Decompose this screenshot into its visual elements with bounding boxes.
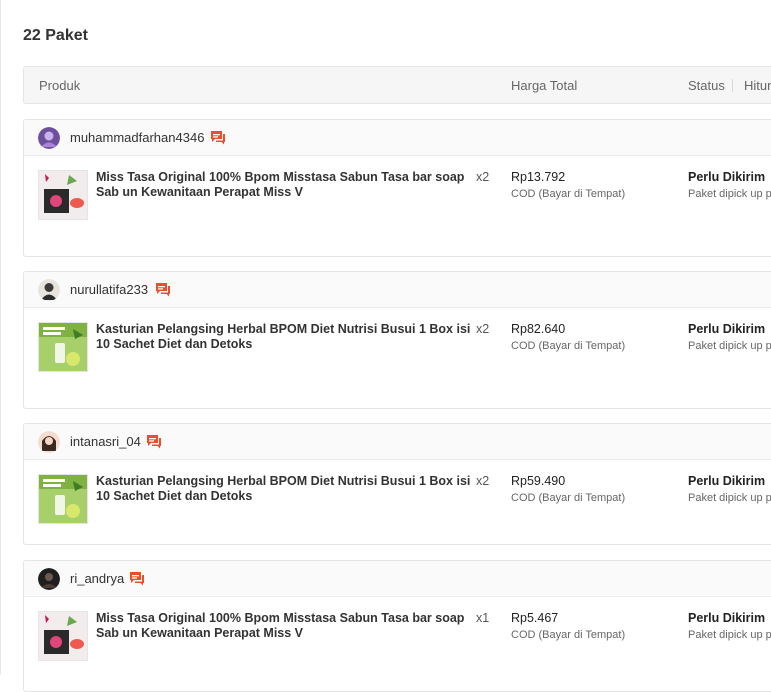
column-header-total-price: Harga Total <box>511 78 578 93</box>
product-name[interactable]: Kasturian Pelangsing Herbal BPOM Diet Nu… <box>96 474 474 504</box>
avatar[interactable] <box>38 279 60 301</box>
column-header-product: Produk <box>39 78 81 93</box>
product-name[interactable]: Miss Tasa Original 100% Bpom Misstasa Sa… <box>96 170 474 200</box>
buyer-username[interactable]: ri_andrya <box>70 571 124 586</box>
product-thumbnail[interactable] <box>38 322 88 372</box>
column-header-countdown: Hitun <box>744 78 771 93</box>
order-total-price: Rp5.467 <box>511 611 559 625</box>
product-quantity: x1 <box>476 611 490 625</box>
product-quantity: x2 <box>476 170 490 184</box>
order-status: Perlu Dikirim <box>688 170 766 184</box>
payment-method: COD (Bayar di Tempat) <box>511 340 626 352</box>
product-quantity: x2 <box>476 322 490 336</box>
order-status-detail: Paket dipick up pa <box>688 492 771 504</box>
chat-icon[interactable] <box>155 282 171 297</box>
chat-icon[interactable] <box>210 130 226 145</box>
order-card-header: muhammadfarhan4346 <box>24 120 771 156</box>
order-card: muhammadfarhan4346 Miss Tasa Original 10… <box>23 119 771 257</box>
buyer-username[interactable]: nurullatifa233 <box>70 282 148 297</box>
page-title: 22 Paket <box>23 27 88 44</box>
product-thumbnail[interactable] <box>38 170 88 220</box>
payment-method: COD (Bayar di Tempat) <box>511 629 626 641</box>
order-card-header: intanasri_04 <box>24 424 771 460</box>
chat-icon[interactable] <box>129 571 145 586</box>
payment-method: COD (Bayar di Tempat) <box>511 492 626 504</box>
order-total-price: Rp59.490 <box>511 474 566 488</box>
product-quantity: x2 <box>476 474 490 488</box>
order-card-header: nurullatifa233 <box>24 272 771 308</box>
product-thumbnail[interactable] <box>38 474 88 524</box>
order-status-detail: Paket dipick up pa <box>688 340 771 352</box>
avatar[interactable] <box>38 127 60 149</box>
order-total-price: Rp82.640 <box>511 322 566 336</box>
payment-method: COD (Bayar di Tempat) <box>511 188 626 200</box>
product-name[interactable]: Kasturian Pelangsing Herbal BPOM Diet Nu… <box>96 322 474 352</box>
table-header: Produk Harga Total Status Hitun <box>23 66 771 104</box>
order-status-detail: Paket dipick up pa <box>688 188 771 200</box>
left-border <box>0 0 1 675</box>
column-divider <box>732 79 733 92</box>
order-status: Perlu Dikirim <box>688 322 766 336</box>
order-card: ri_andrya Miss Tasa Original 100% Bpom M… <box>23 560 771 692</box>
chat-icon[interactable] <box>146 434 162 449</box>
order-status: Perlu Dikirim <box>688 611 766 625</box>
order-card: nurullatifa233 Kasturian Pelangsing Herb… <box>23 271 771 409</box>
avatar[interactable] <box>38 568 60 590</box>
order-status: Perlu Dikirim <box>688 474 766 488</box>
order-total-price: Rp13.792 <box>511 170 566 184</box>
buyer-username[interactable]: muhammadfarhan4346 <box>70 130 204 145</box>
order-status-detail: Paket dipick up pa <box>688 629 771 641</box>
buyer-username[interactable]: intanasri_04 <box>70 434 141 449</box>
product-name[interactable]: Miss Tasa Original 100% Bpom Misstasa Sa… <box>96 611 474 641</box>
order-card-header: ri_andrya <box>24 561 771 597</box>
product-thumbnail[interactable] <box>38 611 88 661</box>
order-card: intanasri_04 Kasturian Pelangsing Herbal… <box>23 423 771 545</box>
column-header-status: Status <box>688 78 725 93</box>
avatar[interactable] <box>38 431 60 453</box>
